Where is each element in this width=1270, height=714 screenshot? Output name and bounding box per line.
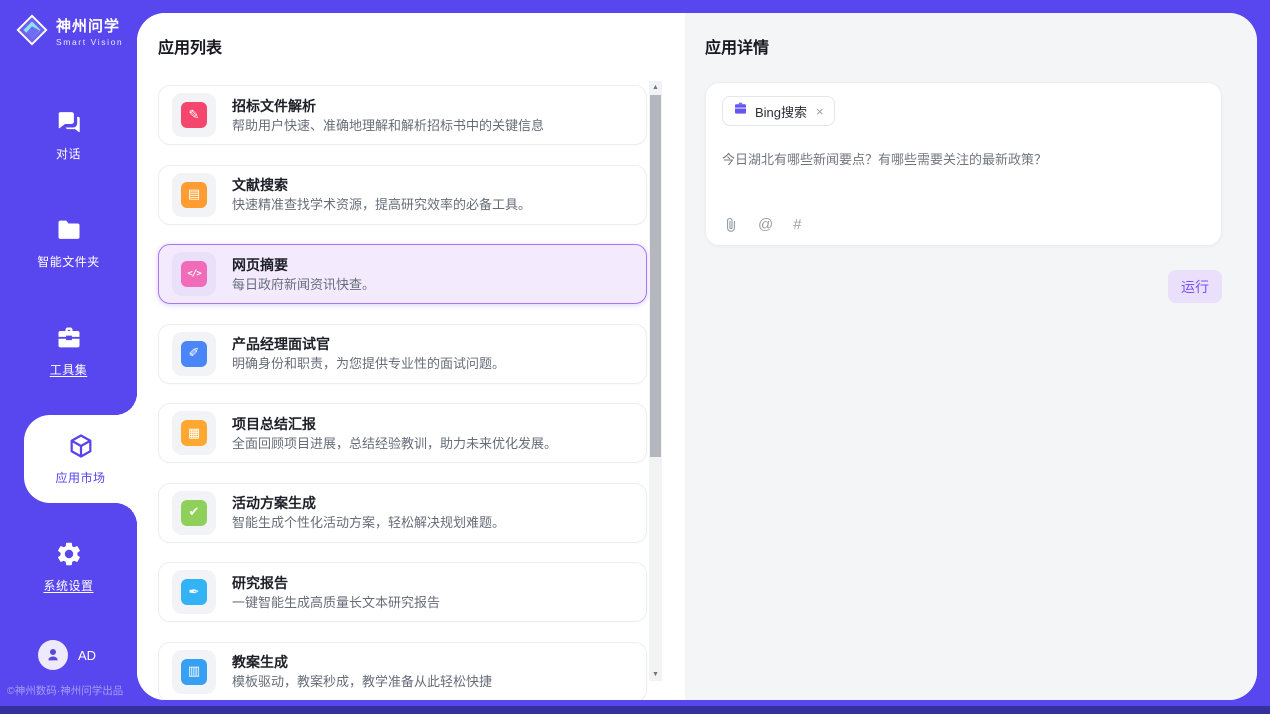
chat-icon [55, 108, 83, 136]
app-logo: 神州问学 Smart Vision [15, 13, 123, 52]
scroll-up-icon[interactable]: ▲ [649, 81, 662, 94]
app-card-bid-analysis[interactable]: ✎ 招标文件解析帮助用户快速、准确地理解和解析招标书中的关键信息 [158, 85, 647, 145]
app-detail-title: 应用详情 [705, 40, 1222, 58]
app-card-list: ✎ 招标文件解析帮助用户快速、准确地理解和解析招标书中的关键信息 ▤ 文献搜索快… [158, 85, 647, 700]
app-card-literature-search[interactable]: ▤ 文献搜索快速精准查找学术资源，提高研究效率的必备工具。 [158, 165, 647, 225]
folder-icon [55, 216, 83, 244]
sidebar-item-label: 智能文件夹 [37, 253, 100, 270]
logo-title: 神州问学 [56, 18, 123, 35]
sidebar-item-settings[interactable]: 系统设置 [0, 513, 137, 621]
books-icon: ▥ [172, 650, 216, 694]
edit-pen-icon: ✎ [172, 93, 216, 137]
app-list-panel: 应用列表 ✎ 招标文件解析帮助用户快速、准确地理解和解析招标书中的关键信息 ▤ … [137, 13, 685, 700]
diamond-logo-icon [15, 13, 49, 52]
sidebar-item-label: 系统设置 [43, 577, 93, 594]
app-card-project-summary[interactable]: ▦ 项目总结汇报全面回顾项目进展，总结经验教训，助力未来优化发展。 [158, 403, 647, 463]
attachment-toolbar: @ # [722, 216, 1205, 233]
list-scrollbar[interactable]: ▲ ▼ [649, 81, 662, 681]
tag-close-icon[interactable]: × [816, 105, 824, 118]
sidebar-item-label: 工具集 [50, 361, 88, 378]
app-list-title: 应用列表 [158, 40, 685, 58]
sidebar-item-chat[interactable]: 对话 [0, 81, 137, 189]
sidebar-item-smart-folder[interactable]: 智能文件夹 [0, 189, 137, 297]
hashtag-icon[interactable]: # [793, 217, 801, 233]
main-content: 应用列表 ✎ 招标文件解析帮助用户快速、准确地理解和解析招标书中的关键信息 ▤ … [137, 13, 1257, 700]
sidebar-item-label: 应用市场 [55, 469, 105, 486]
copyright-text: ©神州数码·神州问学出品 [7, 683, 123, 698]
tool-tag-bing-search[interactable]: Bing搜索 × [722, 96, 835, 126]
sidebar-item-toolbox[interactable]: 工具集 [0, 297, 137, 405]
mention-icon[interactable]: @ [758, 217, 773, 233]
toolbox-icon [55, 324, 83, 352]
app-card-event-plan[interactable]: ✔ 活动方案生成智能生成个性化活动方案，轻松解决规划难题。 [158, 483, 647, 543]
gear-icon [55, 540, 83, 568]
cube-icon [67, 432, 95, 460]
avatar [38, 640, 68, 670]
sidebar: 神州问学 Smart Vision 对话 智能文件夹 工具集 [0, 0, 137, 706]
attach-icon[interactable] [722, 216, 738, 233]
briefcase-icon [733, 101, 748, 121]
bottom-bar [0, 706, 1270, 714]
app-detail-panel: 应用详情 Bing搜索 × 今日湖北有哪些新闻要点？有哪些需要关注的最新政策？ … [685, 13, 1257, 700]
prompt-card: Bing搜索 × 今日湖北有哪些新闻要点？有哪些需要关注的最新政策？ @ # [705, 82, 1222, 246]
book-icon: ▤ [172, 173, 216, 217]
clipboard-check-icon: ✔ [172, 491, 216, 535]
logo-subtitle: Smart Vision [56, 37, 123, 47]
user-name: AD [78, 648, 96, 663]
run-button[interactable]: 运行 [1168, 270, 1222, 303]
sidebar-item-label: 对话 [56, 145, 81, 162]
app-card-lesson-plan[interactable]: ▥ 教案生成模板驱动，教案秒成，教学准备从此轻松快捷 [158, 642, 647, 701]
research-pen-icon: ✒ [172, 570, 216, 614]
calendar-note-icon: ▦ [172, 411, 216, 455]
sidebar-nav: 对话 智能文件夹 工具集 应用市场 系统设置 [0, 81, 137, 621]
scrollbar-thumb[interactable] [650, 95, 661, 457]
interview-doc-icon: ✐ [172, 332, 216, 376]
tool-tag-label: Bing搜索 [755, 102, 807, 121]
app-card-pm-interviewer[interactable]: ✐ 产品经理面试官明确身份和职责，为您提供专业性的面试问题。 [158, 324, 647, 384]
app-card-research-report[interactable]: ✒ 研究报告一键智能生成高质量长文本研究报告 [158, 562, 647, 622]
app-card-webpage-summary[interactable]: </> 网页摘要每日政府新闻资讯快查。 [158, 244, 647, 304]
query-text[interactable]: 今日湖北有哪些新闻要点？有哪些需要关注的最新政策？ [722, 151, 1205, 169]
webpage-code-icon: </> [172, 252, 216, 296]
scroll-down-icon[interactable]: ▼ [649, 668, 662, 681]
sidebar-item-app-market[interactable]: 应用市场 [24, 415, 137, 503]
user-account[interactable]: AD [38, 640, 96, 670]
